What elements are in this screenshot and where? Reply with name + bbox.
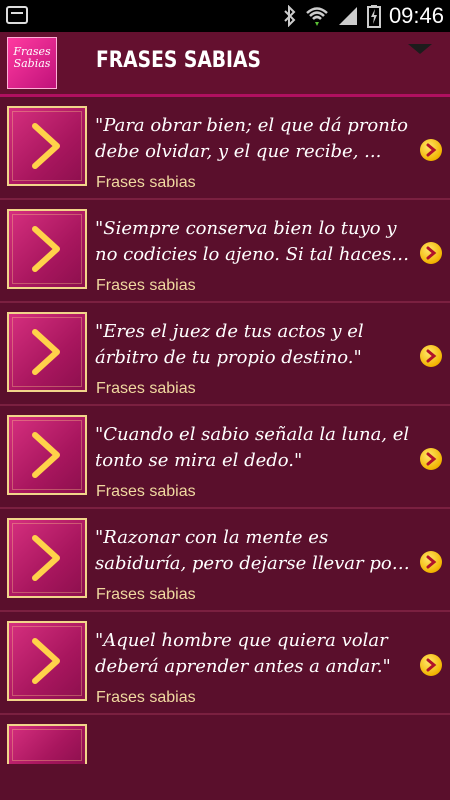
list-item[interactable]: "Siempre conserva bien lo tuyo y no codi…: [0, 200, 450, 303]
signal-icon: [338, 7, 357, 25]
quote-category: Frases sabias: [96, 689, 196, 706]
arrow-circle-icon[interactable]: [420, 551, 442, 573]
chevron-right-icon: [7, 518, 87, 598]
arrow-circle-icon[interactable]: [420, 139, 442, 161]
wifi-icon: [306, 7, 328, 26]
battery-icon: [366, 5, 381, 28]
status-bar: 09:46: [0, 0, 450, 32]
arrow-circle-icon[interactable]: [420, 345, 442, 367]
list-item[interactable]: "Para obrar bien; el que dá pronto debe …: [0, 97, 450, 200]
quote-category: Frases sabias: [96, 380, 196, 397]
quote-text: "Cuando el sabio señala la luna, el tont…: [95, 424, 410, 471]
status-icons: 09:46: [283, 3, 444, 29]
quote-list: "Para obrar bien; el que dá pronto debe …: [0, 97, 450, 764]
quote-text: "Eres el juez de tus actos y el árbitro …: [95, 321, 364, 368]
quote-category: Frases sabias: [96, 483, 196, 500]
chevron-right-icon: [7, 621, 87, 701]
thumbnail-partial: [7, 724, 87, 764]
quote-category: Frases sabias: [96, 277, 196, 294]
chevron-right-icon: [7, 312, 87, 392]
arrow-circle-icon[interactable]: [420, 448, 442, 470]
logo-text-line2: Sabias: [13, 57, 51, 70]
list-item[interactable]: "Aquel hombre que quiera volar deberá ap…: [0, 612, 450, 715]
arrow-circle-icon[interactable]: [420, 242, 442, 264]
list-item[interactable]: "Razonar con la mente es sabiduría, pero…: [0, 509, 450, 612]
list-item[interactable]: "Cuando el sabio señala la luna, el tont…: [0, 406, 450, 509]
app-title: FRASES SABIAS: [96, 48, 261, 73]
chevron-right-icon: [7, 106, 87, 186]
clock: 09:46: [388, 3, 444, 28]
quote-category: Frases sabias: [96, 586, 196, 603]
quote-text: "Para obrar bien; el que dá pronto debe …: [95, 115, 408, 162]
quote-category: Frases sabias: [96, 174, 196, 191]
chevron-right-icon: [7, 415, 87, 495]
quote-text: "Razonar con la mente es sabiduría, pero…: [95, 527, 410, 574]
quote-text: "Aquel hombre que quiera volar deberá ap…: [95, 630, 391, 677]
arrow-circle-icon[interactable]: [420, 654, 442, 676]
bluetooth-icon: [284, 5, 296, 27]
list-item[interactable]: "Eres el juez de tus actos y el árbitro …: [0, 303, 450, 406]
overflow-menu-icon[interactable]: [408, 44, 432, 54]
app-logo: Frases Sabias: [7, 37, 57, 89]
action-bar: Frases Sabias FRASES SABIAS: [0, 32, 450, 97]
screenshot-notification-icon: [6, 6, 28, 24]
list-item-partial[interactable]: [0, 715, 450, 764]
quote-text: "Siempre conserva bien lo tuyo y no codi…: [95, 218, 410, 265]
chevron-right-icon: [7, 209, 87, 289]
